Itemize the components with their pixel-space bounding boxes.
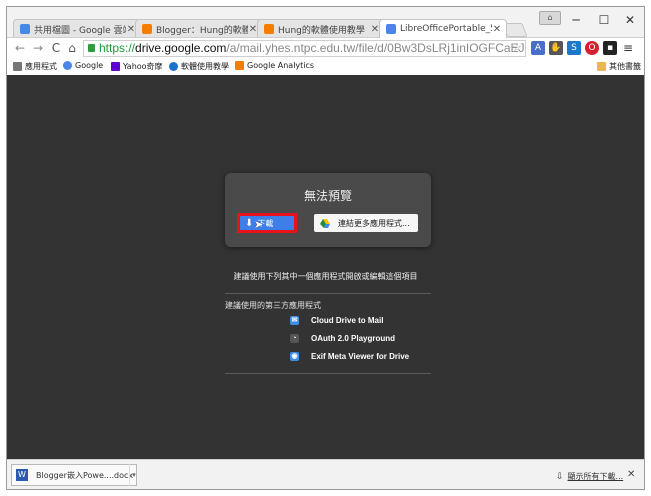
analytics-icon: [235, 61, 244, 70]
tab-title: Hung的軟體使用教學: [278, 25, 365, 36]
app-name: Cloud Drive to Mail: [311, 316, 384, 325]
mail-icon: ✉: [290, 316, 299, 325]
download-icon: ⬇: [245, 217, 254, 229]
bookmark-label: Google: [75, 61, 104, 70]
google-icon: [63, 61, 72, 70]
forward-button[interactable]: →: [31, 40, 45, 56]
google-drive-icon: [320, 218, 330, 228]
download-item[interactable]: W Blogger嵌入Powe....docx: [11, 464, 137, 486]
app-name: OAuth 2.0 Playground: [311, 334, 396, 343]
show-all-downloads-link[interactable]: ⇩ 顯示所有下載...: [556, 471, 623, 482]
dialog-title: 無法預覽: [303, 189, 352, 203]
menu-icon[interactable]: ≡: [621, 41, 635, 55]
third-party-label: 建議使用的第三方應用程式: [225, 301, 321, 310]
no-preview-dialog: 無法預覽 ⬇ 下載 ➤ 連結更多應用程式...: [225, 173, 431, 247]
apps-icon: [13, 62, 22, 71]
bookmark-yahoo[interactable]: Yahoo奇摩: [111, 61, 163, 72]
browser-toolbar: ← → C ⌂ https://drive.google.com/a/mail.…: [7, 37, 644, 60]
window-close-button[interactable]: ✕: [617, 10, 643, 30]
profile-icon[interactable]: ⌂: [539, 11, 561, 25]
oauth-icon: ◔: [290, 334, 299, 343]
close-icon[interactable]: ✕: [492, 24, 502, 35]
bookmark-label: Google Analytics: [247, 61, 315, 70]
connect-more-apps-label: 連結更多應用程式...: [338, 218, 410, 228]
word-document-icon: W: [16, 469, 28, 481]
screenshot-extension-icon[interactable]: S: [567, 41, 581, 55]
app-exif-meta-viewer[interactable]: ◉ Exif Meta Viewer for Drive: [290, 352, 409, 361]
reload-button[interactable]: C: [49, 40, 63, 56]
opera-extension-icon[interactable]: O: [585, 41, 599, 55]
close-icon[interactable]: ✕: [627, 469, 635, 480]
url-path: /a/mail.yhes.ntpc.edu.tw/file/d/0Bw3DsLR…: [226, 41, 525, 55]
bookmark-other-label: 其他書籤: [609, 62, 641, 71]
maximize-button[interactable]: ☐: [591, 10, 617, 30]
divider: [225, 293, 431, 294]
blog-icon: [169, 62, 178, 71]
hand-extension-icon[interactable]: ✋: [549, 41, 563, 55]
translate-extension-icon[interactable]: A: [531, 41, 545, 55]
url-domain: drive.google.com: [135, 41, 227, 55]
browser-window: 共用檔圖 - Google 雲端硬碟 ✕ Blogger：Hung的軟體使用 ✕…: [6, 6, 645, 490]
dark-extension-icon[interactable]: ▪: [603, 41, 617, 55]
download-shelf: W Blogger嵌入Powe....docx ▾ ⇩ 顯示所有下載... ✕: [7, 459, 644, 489]
download-file-name: Blogger嵌入Powe....docx: [36, 470, 134, 480]
chevron-down-icon[interactable]: ▾: [129, 464, 138, 486]
tab-strip: 共用檔圖 - Google 雲端硬碟 ✕ Blogger：Hung的軟體使用 ✕…: [7, 7, 644, 38]
file-icon: [386, 24, 396, 34]
tab-drive-shared[interactable]: 共用檔圖 - Google 雲端硬碟 ✕: [13, 19, 141, 38]
tab-blogger[interactable]: Blogger：Hung的軟體使用 ✕: [135, 19, 263, 38]
address-bar[interactable]: https://drive.google.com/a/mail.yhes.ntp…: [83, 40, 526, 57]
blogger-icon: [264, 24, 274, 34]
show-all-label: 顯示所有下載...: [567, 472, 624, 481]
download-icon: ⇩: [556, 471, 564, 482]
app-cloud-drive-to-mail[interactable]: ✉ Cloud Drive to Mail: [290, 316, 383, 325]
bookmark-analytics[interactable]: Google Analytics: [235, 61, 314, 70]
back-button[interactable]: ←: [13, 40, 27, 56]
bookmark-other[interactable]: 其他書籤: [597, 61, 641, 72]
bookmark-apps[interactable]: 應用程式: [13, 61, 57, 72]
bookmark-blog[interactable]: 軟體使用教學: [169, 61, 229, 72]
yahoo-icon: [111, 62, 120, 71]
suggest-text: 建議使用下列其中一個應用程式開啟或編輯這個項目: [233, 272, 418, 281]
download-button[interactable]: ⬇ 下載: [237, 213, 297, 233]
tab-title: Blogger：Hung的軟體使用: [156, 25, 248, 36]
bookmark-label: 應用程式: [25, 62, 57, 71]
bookmark-google[interactable]: Google: [63, 61, 103, 70]
blogger-icon: [142, 24, 152, 34]
mouse-cursor-icon: ➤: [254, 218, 264, 231]
tab-blog[interactable]: Hung的軟體使用教學 ✕: [257, 19, 385, 38]
bookmarks-bar: 應用程式 Google Yahoo奇摩 軟體使用教學 Google Analyt…: [7, 59, 644, 76]
connect-more-apps-button[interactable]: 連結更多應用程式...: [314, 214, 418, 232]
bookmark-label: 軟體使用教學: [181, 62, 229, 71]
app-name: Exif Meta Viewer for Drive: [311, 352, 410, 361]
bookmark-label: Yahoo奇摩: [123, 62, 163, 71]
url-scheme: https://: [99, 41, 136, 55]
lock-icon: [88, 44, 95, 52]
app-oauth-playground[interactable]: ◔ OAuth 2.0 Playground: [290, 334, 395, 343]
tab-libreoffice[interactable]: LibreOfficePortable_5.0 ✕: [379, 19, 507, 38]
drive-icon: [20, 24, 30, 34]
divider: [225, 373, 431, 374]
folder-icon: [597, 62, 606, 71]
file-viewer: 無法預覽 ⬇ 下載 ➤ 連結更多應用程式... 建議使用下列其中一個應用程式開啟…: [7, 75, 644, 459]
tab-title: LibreOfficePortable_5.0: [400, 24, 492, 34]
home-button[interactable]: ⌂: [65, 40, 79, 56]
minimize-button[interactable]: ─: [563, 10, 589, 30]
tab-title: 共用檔圖 - Google 雲端硬碟: [34, 25, 126, 36]
camera-icon: ◉: [290, 352, 299, 361]
